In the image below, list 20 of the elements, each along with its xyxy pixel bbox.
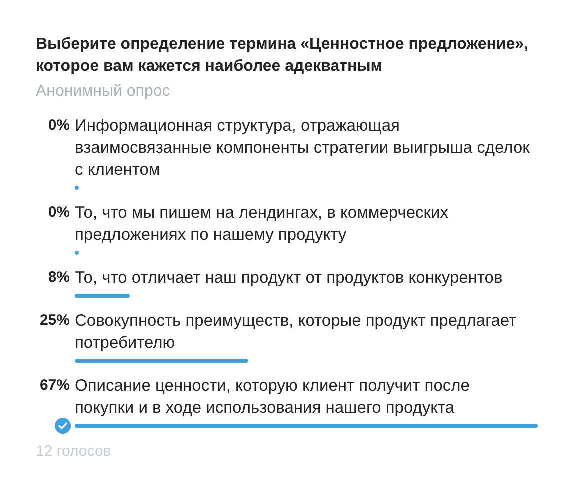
vote-percent: 0% (48, 203, 70, 223)
option-text: То, что отличает наш продукт от продуктов конкурентов (75, 268, 503, 289)
vote-percent: 25% (40, 311, 70, 331)
option-text: Совокупность преимуществ, которые продукт предлагает потребителю (75, 311, 518, 354)
poll-option[interactable]: 25% Совокупность преимуществ, которые продукт предлагает потребителю (36, 310, 546, 369)
vote-percent: 8% (48, 268, 70, 288)
poll-type: Анонимный опрос (36, 82, 172, 102)
option-text: То, что мы пишем на лендингах, в коммерческих предложениях по нашему продукту (75, 203, 450, 246)
poll-option[interactable]: 0% Информационная структура, отражающая взаимосвязанные компоненты стратегии выигрыша сделок с клиентом (36, 115, 546, 196)
poll-question: Выберите определение термина «Ценностное предложение», которое вам кажется наиболее адекватным (36, 35, 530, 77)
vote-percent: 67% (40, 376, 70, 396)
poll-option[interactable]: 0% То, что мы пишем на лендингах, в коммерческих предложениях по нашему продукту (36, 202, 546, 261)
option-text: Описание ценности, которую клиент получит после покупки и в ходе использования нашего продукта (75, 376, 471, 419)
poll-option[interactable]: 67% Описание ценности, которую клиент получит после покупки и в ходе использования нашего продукта (36, 375, 546, 434)
vote-bar (75, 251, 79, 255)
option-text: Информационная структура, отражающая взаимосвязанные компоненты стратегии выигрыша сделок с клиентом (75, 116, 530, 181)
vote-bar (75, 186, 79, 190)
vote-bar (75, 294, 130, 298)
poll-option[interactable]: 8% То, что отличает наш продукт от продуктов конкурентов (36, 267, 546, 304)
vote-percent: 0% (48, 116, 70, 136)
